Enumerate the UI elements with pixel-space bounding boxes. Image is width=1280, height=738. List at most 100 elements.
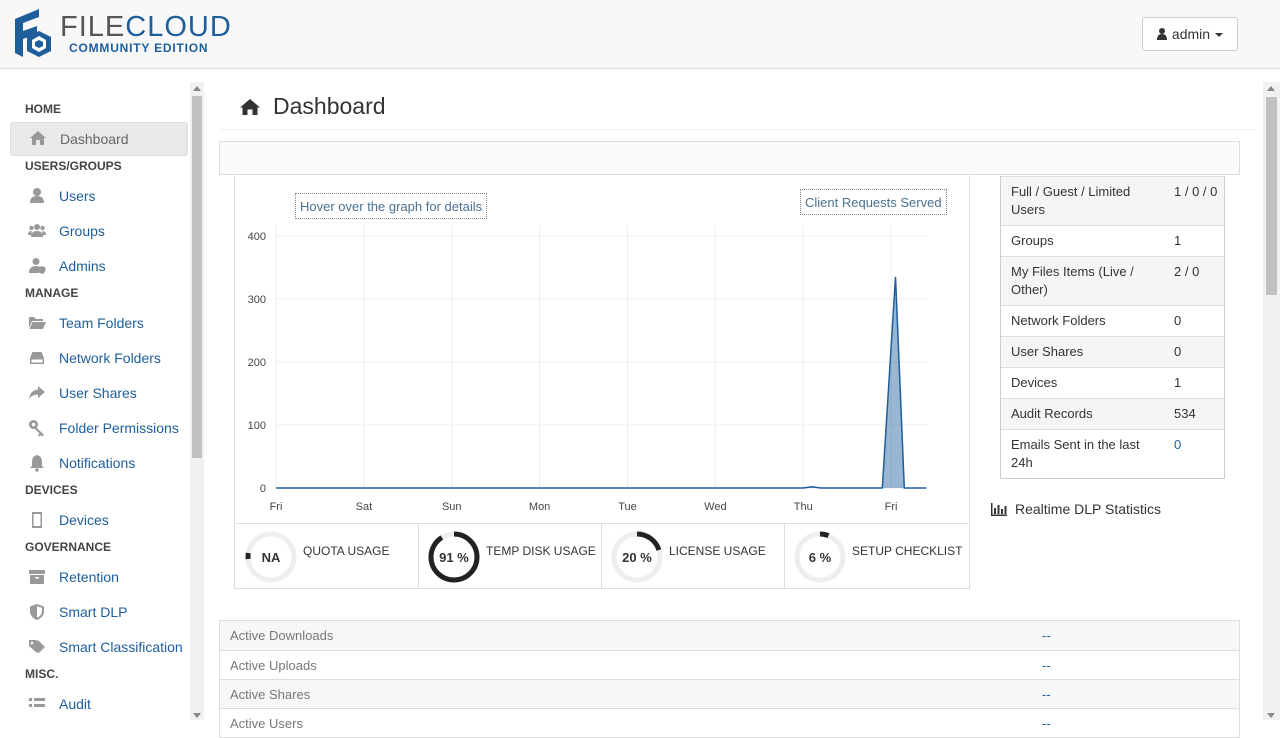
x-tick-label: Mon — [529, 501, 550, 513]
sidebar-item-network-folders[interactable]: Network Folders — [10, 341, 188, 375]
chart-hover-note: Hover over the graph for details — [295, 193, 487, 219]
activity-row: Active Uploads-- — [220, 650, 1239, 679]
dlp-label: Realtime DLP Statistics — [1015, 501, 1161, 517]
x-tick-label: Fri — [885, 501, 898, 513]
sidebar-item-team-folders[interactable]: Team Folders — [10, 306, 188, 340]
sidebar-heading: MISC. — [25, 667, 58, 681]
series-area — [276, 277, 926, 488]
sidebar-item-dashboard[interactable]: Dashboard — [10, 122, 188, 156]
bell-icon — [28, 454, 46, 472]
page-scroll-thumb[interactable] — [1266, 97, 1277, 295]
activity-value[interactable]: -- — [1032, 716, 1051, 731]
activity-key: Active Users — [220, 716, 1032, 731]
gauge-label: TEMP DISK USAGE — [486, 544, 596, 558]
scroll-up-icon[interactable] — [193, 86, 201, 91]
gauge-temp-disk-usage[interactable]: 91 % TEMP DISK USAGE — [419, 524, 602, 589]
stat-value: 2 / 0 — [1164, 257, 1224, 305]
user-menu-label: admin — [1172, 26, 1210, 42]
stats-table: Full / Guest / Limited Users1 / 0 / 0Gro… — [1000, 176, 1225, 479]
sidebar-item-user-shares[interactable]: User Shares — [10, 376, 188, 410]
requests-chart[interactable]: 0100200300400FriSatSunMonTueWedThuFri — [234, 222, 964, 522]
sidebar-item-audit[interactable]: Audit — [10, 687, 188, 720]
y-tick-label: 300 — [248, 294, 266, 306]
sidebar-heading: GOVERNANCE — [25, 540, 111, 554]
x-tick-label: Sun — [442, 501, 462, 513]
stats-row: Devices1 — [1001, 367, 1224, 398]
sidebar-scroll-thumb[interactable] — [192, 96, 202, 458]
stat-value: 0 — [1164, 337, 1224, 367]
stat-key: Emails Sent in the last 24h — [1001, 430, 1164, 478]
sidebar-item-smart-dlp[interactable]: Smart DLP — [10, 595, 188, 629]
activity-key: Active Downloads — [220, 628, 1032, 643]
x-tick-label: Wed — [704, 501, 726, 513]
sidebar-item-admins[interactable]: Admins — [10, 249, 188, 283]
stat-value[interactable]: 0 — [1164, 430, 1224, 478]
shield-icon — [28, 603, 46, 621]
sidebar-item-label: Admins — [59, 258, 106, 274]
sidebar-item-label: Users — [59, 188, 96, 204]
sidebar-item-label: Devices — [59, 512, 109, 528]
user-shield-icon — [28, 257, 46, 275]
sidebar-heading: HOME — [25, 102, 61, 116]
activity-table: Active Downloads--Active Uploads--Active… — [219, 620, 1240, 738]
sidebar-item-devices[interactable]: Devices — [10, 503, 188, 537]
share-icon — [28, 384, 46, 402]
sidebar-item-label: User Shares — [59, 385, 137, 401]
activity-value[interactable]: -- — [1032, 628, 1051, 643]
chart-legend[interactable]: Client Requests Served — [800, 189, 947, 215]
sidebar-item-label: Smart Classification — [59, 639, 183, 655]
user-icon — [1157, 28, 1167, 40]
gauge-setup-checklist[interactable]: 6 % SETUP CHECKLIST — [785, 524, 968, 589]
gauges-row: NA QUOTA USAGE 91 % TEMP DISK USAGE 20 %… — [236, 523, 968, 588]
sidebar-item-groups[interactable]: Groups — [10, 214, 188, 248]
gauge-value: 20 % — [611, 531, 663, 583]
y-tick-label: 100 — [248, 420, 266, 432]
sidebar-item-retention[interactable]: Retention — [10, 560, 188, 594]
sidebar-item-folder-permissions[interactable]: Folder Permissions — [10, 411, 188, 445]
stat-key: Devices — [1001, 368, 1164, 398]
scroll-down-icon[interactable] — [193, 713, 201, 718]
gauge-label: LICENSE USAGE — [669, 544, 766, 558]
stat-value: 534 — [1164, 399, 1224, 429]
dlp-statistics-link[interactable]: Realtime DLP Statistics — [991, 501, 1161, 517]
x-tick-label: Fri — [270, 501, 283, 513]
sidebar-item-label: Groups — [59, 223, 105, 239]
y-tick-label: 200 — [248, 357, 266, 369]
sidebar-item-label: Team Folders — [59, 315, 144, 331]
gauge-license-usage[interactable]: 20 % LICENSE USAGE — [602, 524, 785, 589]
activity-value[interactable]: -- — [1032, 687, 1051, 702]
y-tick-label: 0 — [260, 483, 266, 495]
chevron-down-icon — [1215, 33, 1223, 37]
stat-key: Full / Guest / Limited Users — [1001, 177, 1164, 225]
sidebar-item-smart-classification[interactable]: Smart Classification — [10, 630, 188, 664]
users-icon — [28, 222, 46, 240]
sidebar-item-notifications[interactable]: Notifications — [10, 446, 188, 480]
gauge-quota-usage[interactable]: NA QUOTA USAGE — [236, 524, 419, 589]
key-icon — [28, 419, 46, 437]
sidebar-item-label: Notifications — [59, 455, 135, 471]
filecloud-logo[interactable] — [13, 9, 53, 59]
sidebar-item-users[interactable]: Users — [10, 179, 188, 213]
activity-value[interactable]: -- — [1032, 658, 1051, 673]
sidebar-item-label: Folder Permissions — [59, 420, 179, 436]
title-divider — [220, 129, 1255, 130]
page-scrollbar[interactable] — [1263, 82, 1280, 720]
sidebar-item-label: Audit — [59, 696, 91, 712]
stat-key: Network Folders — [1001, 306, 1164, 336]
user-menu-button[interactable]: admin — [1142, 17, 1238, 51]
sidebar-scrollbar[interactable] — [190, 82, 204, 720]
scroll-up-icon[interactable] — [1267, 86, 1275, 91]
scroll-down-icon[interactable] — [1267, 713, 1275, 718]
y-tick-label: 400 — [248, 231, 266, 243]
sidebar-item-label: Network Folders — [59, 350, 161, 366]
x-tick-label: Tue — [618, 501, 637, 513]
activity-row: Active Users-- — [220, 708, 1239, 737]
activity-key: Active Uploads — [220, 658, 1032, 673]
gauge-value: 6 % — [794, 531, 846, 583]
gauge-label: QUOTA USAGE — [303, 544, 389, 558]
sidebar-item-label: Smart DLP — [59, 604, 127, 620]
stat-key: User Shares — [1001, 337, 1164, 367]
stats-row: User Shares0 — [1001, 336, 1224, 367]
series-line — [276, 277, 926, 488]
stats-row: Groups1 — [1001, 225, 1224, 256]
